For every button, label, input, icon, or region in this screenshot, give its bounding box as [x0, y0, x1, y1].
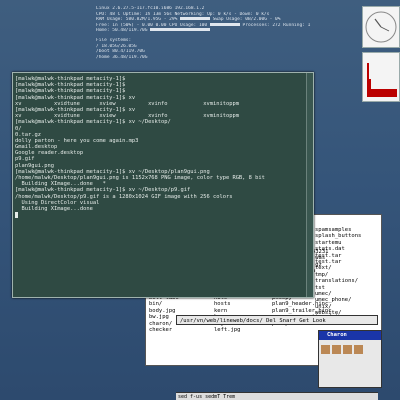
thumbnail[interactable] — [321, 345, 330, 354]
charon-title[interactable]: Charon — [319, 331, 381, 340]
terminal-scrollbar[interactable] — [306, 73, 313, 297]
free-info: Free: 1n (50%) - 0.00 0.00 — [96, 22, 167, 28]
cpu-graph-widget — [362, 52, 400, 102]
file-entry[interactable]: checker — [148, 327, 193, 333]
thumbnail[interactable] — [332, 345, 341, 354]
terminal-window[interactable]: [malwk@malwk-thinkpad metacity-1]$ [malwk… — [12, 72, 314, 298]
ram-usage: RAM Usage: 580.82M/1.95G - 29% — [96, 17, 178, 23]
path-tag-bar[interactable]: /usr/vn/web/lineweb/docs/ Del Snarf Get … — [176, 315, 378, 325]
charon-thumbnails — [321, 345, 363, 354]
swap-usage: Swap Usage: 0B/2.00G - 0% — [212, 17, 281, 23]
cpu-usage: CPU Usage: 100 — [169, 22, 208, 28]
home-bar — [150, 28, 211, 32]
file-column-4: spamsamples splash_buttons startemu stats.d… — [314, 227, 380, 317]
bottom-tag-bar[interactable]: sed f-us sedmT Trem — [176, 392, 378, 400]
home-usage: Home: 50.48/119.70G — [96, 28, 148, 34]
cpu-graph-icon — [367, 63, 397, 97]
terminal-cursor-line — [15, 212, 311, 219]
process-count: Processes: 272 Running: 1 — [242, 22, 311, 28]
file-entry[interactable]: left.jpg — [213, 327, 258, 333]
ram-bar — [180, 17, 210, 21]
clock-icon — [365, 11, 397, 43]
clock-widget — [362, 6, 400, 48]
thumbnail[interactable] — [354, 345, 363, 354]
terminal-cursor — [15, 212, 18, 219]
charon-window[interactable]: Charon — [318, 330, 382, 388]
thumbnail[interactable] — [343, 345, 352, 354]
terminal-output[interactable]: [malwk@malwk-thinkpad metacity-1]$ [malwk… — [15, 76, 311, 219]
fs-home: /home 36.48/119.70G — [96, 54, 148, 60]
system-monitor: Linux 2.6.27.5-117.fc10.i686 192.168.1.2… — [96, 6, 346, 60]
cpu-bar — [209, 22, 240, 26]
